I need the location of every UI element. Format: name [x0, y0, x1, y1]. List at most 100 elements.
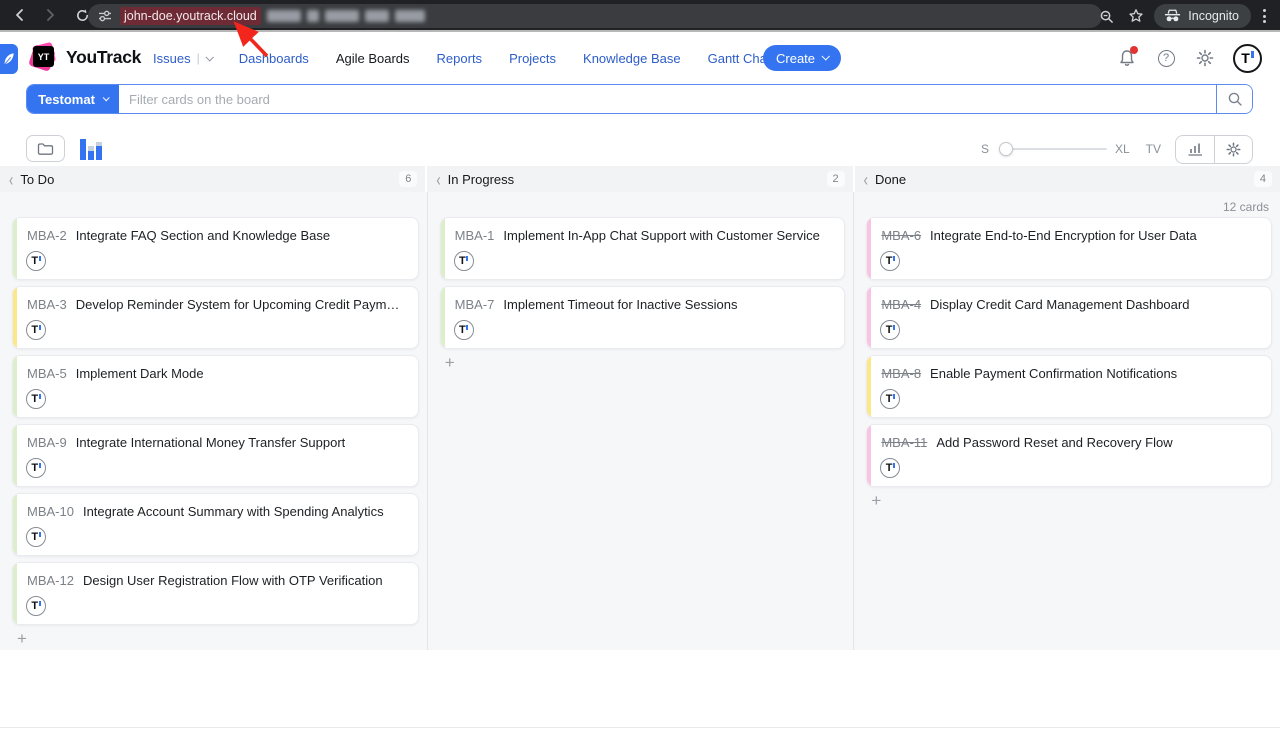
youtrack-logo[interactable]: YT — [30, 44, 58, 72]
search-icon — [1227, 91, 1243, 107]
nav-item-projects[interactable]: Projects — [509, 51, 556, 66]
nav-item-dashboards[interactable]: Dashboards — [239, 51, 309, 66]
incognito-badge: Incognito — [1154, 4, 1251, 28]
collapse-column-icon[interactable]: ‹ — [9, 169, 13, 190]
create-button[interactable]: Create — [763, 45, 841, 71]
card-row: MBA-3 Develop Reminder System for Upcomin… — [13, 287, 418, 312]
column-count-badge: 2 — [827, 171, 845, 187]
card-priority-accent — [441, 218, 445, 279]
avatar-accent — [466, 256, 468, 261]
column-header-in-progress: ‹ In Progress 2 — [427, 166, 852, 192]
card-MBA-1[interactable]: MBA-1Implement In-App Chat Support with … — [440, 217, 846, 280]
board-column-to-do: MBA-2 Integrate FAQ Section and Knowledge… — [0, 192, 427, 650]
avatar-accent — [39, 463, 41, 468]
card-MBA-9[interactable]: MBA-9Integrate International Money Trans… — [12, 424, 419, 487]
chevron-down-icon — [103, 94, 110, 101]
app-title[interactable]: YouTrack — [66, 47, 141, 68]
site-info-icon[interactable] — [98, 10, 112, 22]
column-count-badge: 6 — [399, 171, 417, 187]
card-id[interactable]: MBA-5 — [27, 366, 67, 381]
nav-item-agile-boards[interactable]: Agile Boards — [336, 51, 410, 66]
card-id[interactable]: MBA-8 — [881, 366, 921, 381]
tv-mode-button[interactable]: TV — [1146, 142, 1161, 156]
browser-forward-icon[interactable] — [38, 3, 62, 27]
browser-back-icon[interactable] — [8, 3, 32, 27]
card-title: Integrate FAQ Section and Knowledge Base — [76, 228, 330, 243]
agile-board: 12 cards MBA-2 Integrate FAQ Section and … — [0, 192, 1280, 650]
bar-chart-icon — [1188, 142, 1203, 156]
avatar-accent — [39, 532, 41, 537]
chart-view-button[interactable] — [1176, 136, 1214, 163]
card-MBA-2[interactable]: MBA-2 Integrate FAQ Section and Knowledge… — [12, 217, 419, 280]
board-view-toggle-icon[interactable] — [80, 137, 104, 160]
avatar-accent — [893, 394, 895, 399]
board-selector-button[interactable]: Testomat — [27, 85, 119, 113]
avatar-accent — [39, 325, 41, 330]
assignee-avatar: T — [26, 527, 46, 547]
nav-item-knowledge-base[interactable]: Knowledge Base — [583, 51, 681, 66]
card-title: Implement Dark Mode — [76, 366, 204, 381]
card-title: Develop Reminder System for Upcoming Cre… — [76, 297, 406, 312]
card-row: MBA-5 Implement Dark Mode — [13, 356, 418, 381]
card-MBA-7[interactable]: MBA-7Implement Timeout for Inactive Sess… — [440, 286, 846, 349]
browser-menu-icon[interactable] — [1257, 9, 1272, 23]
notifications-bell-icon[interactable] — [1116, 47, 1138, 69]
card-priority-accent — [867, 356, 871, 417]
card-title: Integrate End-to-End Encryption for User… — [930, 228, 1197, 243]
collapse-column-icon[interactable]: ‹ — [436, 169, 440, 190]
card-id[interactable]: MBA-4 — [881, 297, 921, 312]
zoom-page-icon[interactable] — [1094, 4, 1118, 28]
user-avatar[interactable]: T — [1233, 44, 1262, 73]
assignee-avatar: T — [454, 320, 474, 340]
assignee-avatar: T — [26, 251, 46, 271]
total-cards-label: 12 cards — [1223, 200, 1269, 214]
card-id[interactable]: MBA-6 — [881, 228, 921, 243]
board-toolbar: S XL TV — [0, 134, 1280, 164]
settings-gear-icon[interactable] — [1194, 47, 1216, 69]
card-id[interactable]: MBA-1 — [455, 228, 495, 243]
assignee-avatar: T — [454, 251, 474, 271]
help-icon[interactable]: ? — [1155, 47, 1177, 69]
card-priority-accent — [867, 218, 871, 279]
avatar-letter: T — [31, 255, 38, 267]
assignee-avatar: T — [880, 320, 900, 340]
card-MBA-3[interactable]: MBA-3 Develop Reminder System for Upcomin… — [12, 286, 419, 349]
chevron-down-icon[interactable] — [205, 53, 213, 61]
card-MBA-11[interactable]: MBA-11Add Password Reset and Recovery Fl… — [866, 424, 1272, 487]
collapse-column-icon[interactable]: ‹ — [864, 169, 868, 190]
gear-icon — [1226, 142, 1241, 157]
card-id[interactable]: MBA-3 — [27, 297, 67, 312]
card-id[interactable]: MBA-12 — [27, 573, 74, 588]
slider-knob[interactable] — [999, 142, 1013, 156]
card-row: MBA-11Add Password Reset and Recovery Fl… — [867, 425, 1271, 450]
address-bar[interactable]: john-doe.youtrack.cloud — [88, 4, 1102, 28]
card-MBA-6[interactable]: MBA-6 Integrate End-to-End Encryption for… — [866, 217, 1272, 280]
column-title: In Progress — [448, 172, 514, 187]
avatar-accent — [893, 463, 895, 468]
card-id[interactable]: MBA-9 — [27, 435, 67, 450]
card-id[interactable]: MBA-7 — [455, 297, 495, 312]
add-card-button[interactable]: + — [867, 493, 885, 511]
bookmark-star-icon[interactable] — [1124, 4, 1148, 28]
card-MBA-4[interactable]: MBA-4Display Credit Card Management Dash… — [866, 286, 1272, 349]
card-id[interactable]: MBA-10 — [27, 504, 74, 519]
add-card-button[interactable]: + — [441, 355, 459, 373]
nav-item-issues[interactable]: Issues| — [153, 51, 212, 66]
url-redacted — [261, 7, 425, 25]
board-settings-button[interactable] — [1214, 136, 1252, 163]
card-id[interactable]: MBA-2 — [27, 228, 67, 243]
card-MBA-10[interactable]: MBA-10Integrate Account Summary with Spe… — [12, 493, 419, 556]
add-card-button[interactable]: + — [13, 631, 31, 649]
card-MBA-5[interactable]: MBA-5Implement Dark ModeT — [12, 355, 419, 418]
avatar-letter: T — [886, 462, 893, 474]
card-MBA-8[interactable]: MBA-8Enable Payment Confirmation Notific… — [866, 355, 1272, 418]
backlog-folder-button[interactable] — [26, 135, 65, 162]
assignee-avatar: T — [880, 389, 900, 409]
card-size-slider[interactable] — [999, 142, 1107, 156]
search-button[interactable] — [1216, 85, 1252, 113]
card-id[interactable]: MBA-11 — [881, 435, 927, 450]
card-MBA-12[interactable]: MBA-12Design User Registration Flow with… — [12, 562, 419, 625]
avatar-letter: T — [459, 324, 466, 336]
filter-cards-input[interactable] — [119, 85, 1216, 113]
nav-item-reports[interactable]: Reports — [437, 51, 483, 66]
